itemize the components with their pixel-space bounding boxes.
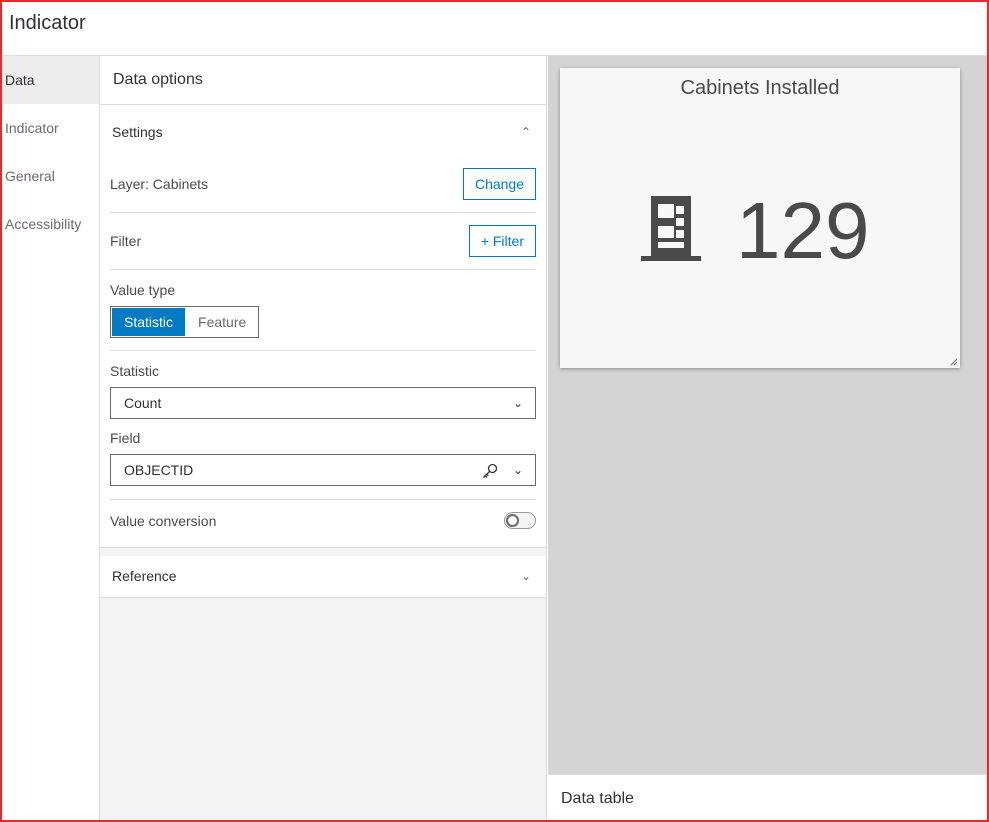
- window-title: Indicator: [9, 12, 86, 34]
- statistic-field-row: Statistic Count ⌄ Field OBJECTID ⌄: [110, 351, 536, 500]
- preview-area: Cabinets Installed 129: [548, 56, 987, 774]
- cabinet-icon: [641, 196, 701, 261]
- field-value: OBJECTID: [124, 462, 194, 478]
- statistic-select[interactable]: Count ⌄: [110, 387, 536, 419]
- nav-item-data[interactable]: Data: [2, 56, 99, 104]
- settings-section: Settings ⌃ Layer: Cabinets Change Filter…: [100, 105, 546, 548]
- value-type-feature[interactable]: Feature: [186, 307, 259, 337]
- settings-title: Settings: [112, 124, 163, 140]
- toggle-knob: [506, 514, 519, 527]
- data-table-label: Data table: [561, 790, 634, 807]
- chevron-down-icon: ⌄: [512, 463, 523, 477]
- chevron-down-icon: ⌄: [512, 396, 523, 410]
- statistic-label: Statistic: [110, 363, 160, 379]
- title-bar: Indicator: [2, 2, 987, 56]
- layer-row: Layer: Cabinets Change: [110, 161, 536, 213]
- chevron-down-icon: ⌄: [520, 569, 531, 583]
- nav-item-general[interactable]: General: [2, 152, 99, 200]
- filter-row: Filter + Filter: [110, 213, 536, 270]
- nav-item-accessibility[interactable]: Accessibility: [2, 200, 99, 248]
- card-title: Cabinets Installed: [680, 77, 840, 99]
- change-layer-button[interactable]: Change: [462, 168, 536, 200]
- layer-label: Layer: Cabinets: [110, 176, 209, 192]
- value-conversion-row: Value conversion: [110, 500, 536, 547]
- indicator-card[interactable]: Cabinets Installed 129: [560, 68, 960, 368]
- value-type-label: Value type: [110, 282, 176, 298]
- indicator-value: 129: [736, 186, 870, 275]
- value-type-row: Value type Statistic Feature: [110, 270, 536, 351]
- reference-title: Reference: [112, 568, 177, 584]
- resize-handle-icon[interactable]: [948, 356, 958, 366]
- value-conversion-toggle[interactable]: [504, 512, 536, 529]
- add-filter-button[interactable]: + Filter: [468, 225, 536, 257]
- nav-item-indicator[interactable]: Indicator: [2, 104, 99, 152]
- data-options-panel: Data options Settings ⌃ Layer: Cabinets …: [100, 56, 547, 820]
- side-nav: Data Indicator General Accessibility: [2, 56, 100, 820]
- settings-header[interactable]: Settings ⌃: [100, 105, 546, 161]
- statistic-value: Count: [124, 395, 162, 411]
- data-table-bar[interactable]: Data table: [548, 774, 987, 820]
- value-type-segmented: Statistic Feature: [110, 306, 260, 338]
- filter-label: Filter: [110, 233, 142, 249]
- chevron-up-icon: ⌃: [520, 125, 531, 139]
- reference-section: Reference ⌄: [100, 556, 546, 598]
- value-conversion-label: Value conversion: [110, 513, 217, 529]
- key-icon: [483, 463, 498, 479]
- field-select[interactable]: OBJECTID ⌄: [110, 454, 536, 486]
- panel-title: Data options: [100, 56, 546, 105]
- field-label: Field: [110, 430, 141, 446]
- reference-header[interactable]: Reference ⌄: [100, 556, 546, 597]
- value-type-statistic[interactable]: Statistic: [112, 308, 186, 336]
